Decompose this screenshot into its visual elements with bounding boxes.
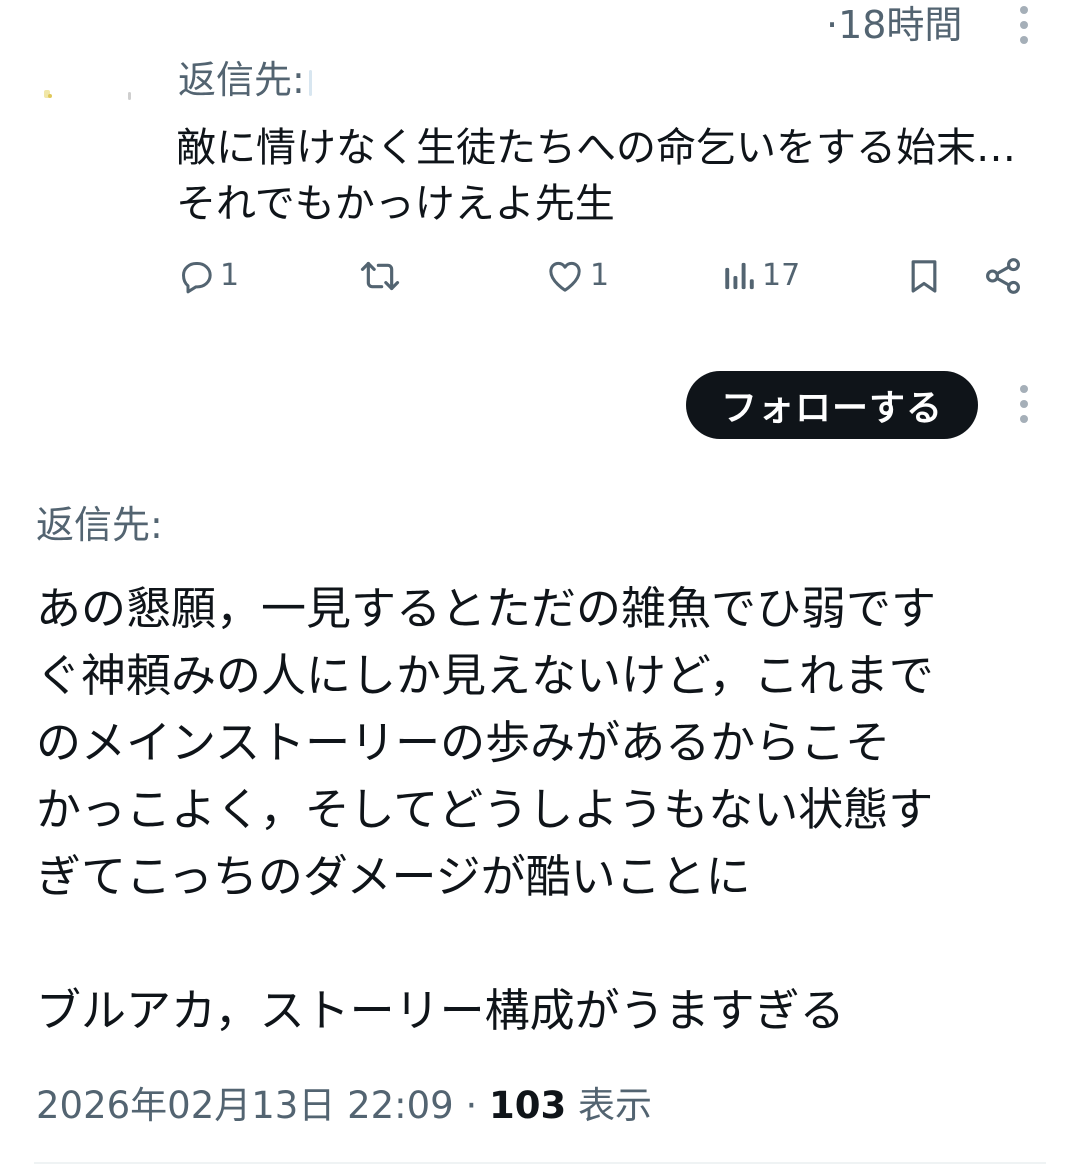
reply-to-handle[interactable] (308, 69, 312, 96)
reply-to-label: 返信先: (36, 503, 163, 547)
bookmark-button[interactable] (904, 250, 944, 302)
share-icon (986, 258, 1020, 294)
main-body-line: ぐ神頼みの人にしか見えないけど，これまで (36, 649, 934, 702)
main-body-line: ブルアカ，ストーリー構成がうますぎる (36, 984, 845, 1037)
main-body-line: ぎてこっちのダメージが酷いことに (36, 850, 751, 903)
views-label: 表示 (578, 1084, 653, 1127)
divider (34, 1162, 1046, 1164)
more-options-icon[interactable] (1017, 6, 1031, 44)
follow-button[interactable]: フォローする (686, 371, 978, 439)
reply-icon (182, 262, 212, 294)
meta-separator: · (465, 1084, 478, 1127)
reply-body-line: それでもかっけえよ先生 (176, 181, 615, 227)
views-button[interactable]: 17 (722, 250, 800, 302)
reply-to-text: 返信先: (178, 58, 305, 102)
main-body-line: かっこよく，そしてどうしようもない状態す (36, 783, 934, 836)
like-count: 1 (590, 258, 610, 293)
reply-body-line: 敵に情けなく生徒たちへの命乞いをする始末… (176, 125, 1016, 171)
views-total: 103 (489, 1084, 567, 1127)
reply-timestamp[interactable]: ·18時間 (826, 2, 962, 48)
reply-button[interactable]: 1 (176, 250, 239, 302)
avatar[interactable] (40, 80, 140, 110)
retweet-icon (360, 261, 400, 291)
like-button[interactable]: 1 (544, 250, 609, 302)
retweet-button[interactable] (356, 250, 404, 302)
main-body-line: のメインストーリーの歩みがあるからこそ (36, 716, 891, 769)
views-icon (725, 262, 754, 290)
reply-tweet-body: 敵に情けなく生徒たちへの命乞いをする始末… それでもかっけえよ先生 (176, 120, 1056, 232)
bookmark-icon (911, 260, 937, 293)
main-body-blank-line (36, 910, 1056, 977)
tweet-meta: 2026年02月13日 22:09 · 103 表示 (36, 1080, 652, 1132)
tweet-datetime[interactable]: 2026年02月13日 22:09 (36, 1084, 454, 1127)
heart-icon (549, 261, 581, 292)
reply-count: 1 (220, 258, 240, 293)
main-tweet-body: あの懇願，一見するとただの雑魚でひ弱です ぐ神頼みの人にしか見えないけど，これま… (36, 575, 1056, 1044)
main-body-line: あの懇願，一見するとただの雑魚でひ弱です (36, 582, 937, 635)
share-button[interactable] (982, 250, 1024, 302)
more-options-icon[interactable] (1017, 385, 1031, 423)
views-count: 17 (762, 258, 801, 293)
reply-to-label: 返信先: (178, 56, 312, 104)
